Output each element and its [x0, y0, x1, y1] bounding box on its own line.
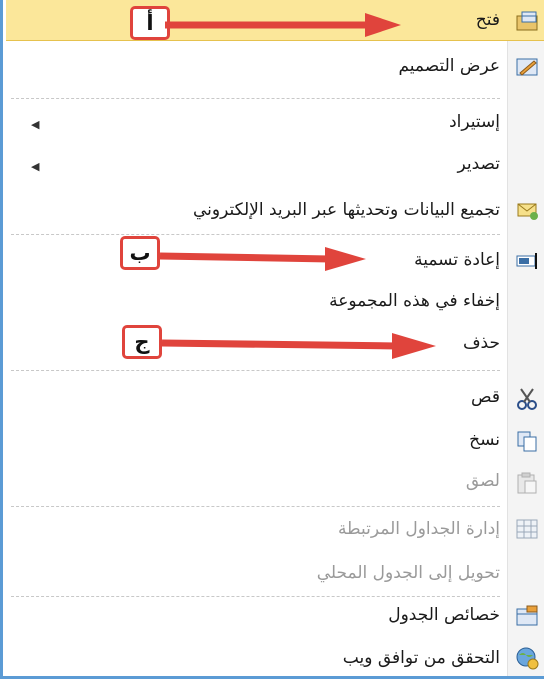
menu-separator — [11, 370, 500, 371]
menu-item-convert-to-local[interactable]: تحويل إلى الجدول المحلي — [317, 563, 500, 583]
menu-item-import[interactable]: إستيراد — [449, 112, 500, 132]
rename-icon — [514, 248, 540, 274]
menu-item-export[interactable]: تصدير — [457, 154, 500, 174]
linked-table-manager-icon — [514, 516, 540, 542]
scissors-icon — [514, 386, 540, 412]
menu-separator — [11, 506, 500, 507]
menu-item-design-view[interactable]: عرض التصميم — [398, 56, 500, 76]
open-table-icon — [514, 8, 540, 34]
paste-icon — [514, 470, 540, 496]
menu-separator — [11, 234, 500, 235]
menu-item-hide-in-group[interactable]: إخفاء في هذه المجموعة — [329, 291, 500, 311]
submenu-arrow-icon: ◀ — [31, 118, 40, 131]
collect-data-email-icon — [514, 196, 540, 222]
web-compatibility-icon — [514, 645, 540, 671]
menu-item-open[interactable]: فتح — [476, 10, 500, 30]
menu-item-collect-data[interactable]: تجميع البيانات وتحديثها عبر البريد الإلك… — [193, 200, 500, 220]
menu-separator — [11, 596, 500, 597]
arrow-c-icon — [162, 333, 436, 359]
menu-item-rename[interactable]: إعادة تسمية — [414, 250, 500, 270]
menu-item-linked-table-manager[interactable]: إدارة الجداول المرتبطة — [338, 519, 500, 539]
menu-item-web-compatibility[interactable]: التحقق من توافق ويب — [343, 648, 500, 668]
arrow-b-icon — [160, 247, 366, 271]
menu-item-copy[interactable]: نسخ — [469, 430, 500, 450]
icon-column — [507, 0, 544, 676]
menu-separator — [11, 98, 500, 99]
menu-item-cut[interactable]: قص — [471, 387, 500, 407]
copy-icon — [514, 428, 540, 454]
menu-item-table-properties[interactable]: خصائص الجدول — [388, 605, 500, 625]
callout-b-label: ب — [120, 236, 160, 270]
callout-c-label: ج — [122, 325, 162, 359]
table-properties-icon — [514, 603, 540, 629]
arrow-a-icon — [165, 13, 401, 37]
design-view-icon — [514, 53, 540, 79]
menu-item-delete[interactable]: حذف — [463, 333, 500, 353]
submenu-arrow-icon: ◀ — [31, 160, 40, 173]
callout-a-label: أ — [130, 6, 170, 40]
menu-item-paste[interactable]: لصق — [466, 471, 500, 491]
